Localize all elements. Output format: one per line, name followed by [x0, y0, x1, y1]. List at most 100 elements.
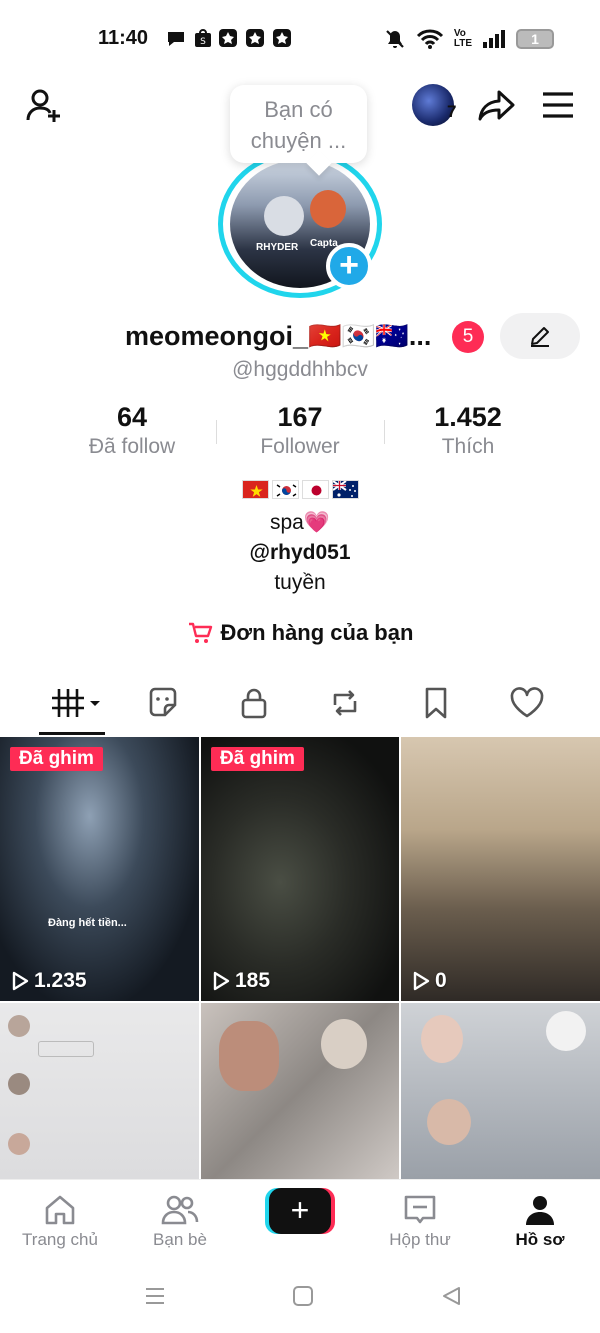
- system-nav-bar: [0, 1261, 600, 1333]
- chat-bubble-icon: [168, 32, 184, 46]
- divider: [384, 420, 385, 444]
- person-plus-icon: [26, 89, 60, 122]
- video-thumbnail[interactable]: Đã ghim 185: [201, 737, 399, 1001]
- stat-value: 167: [277, 402, 323, 432]
- shopee-icon: S: [195, 29, 211, 47]
- bookmark-icon: [425, 687, 447, 719]
- australia-flag-icon: [331, 480, 359, 499]
- status-time: 11:40: [98, 27, 149, 49]
- view-count: 185: [211, 969, 270, 993]
- thumbnail-figure: [421, 1015, 463, 1063]
- divider: [216, 420, 217, 444]
- bio-line: tuyền: [274, 571, 326, 594]
- stat-label: Đã follow: [88, 435, 176, 458]
- tab-stickers[interactable]: [133, 680, 193, 726]
- orders-link[interactable]: Đơn hàng của bạn: [0, 620, 600, 646]
- tab-liked[interactable]: [497, 680, 557, 726]
- profile-name: meomeongoi_🇻🇳🇰🇷🇦🇺...: [125, 321, 432, 351]
- repost-icon: [333, 690, 357, 716]
- video-thumbnail[interactable]: 0: [401, 737, 600, 1001]
- profile-handle: @hggddhhbcv: [232, 358, 368, 381]
- view-count: 0: [411, 969, 447, 993]
- share-arrow-icon: [478, 90, 515, 121]
- bio-line: spa💗: [269, 511, 330, 534]
- share-button[interactable]: [474, 82, 520, 128]
- stat-following[interactable]: 64 Đã follow: [72, 402, 192, 459]
- stat-value: 64: [116, 402, 148, 432]
- profile-icon: [526, 1196, 554, 1225]
- lock-icon: [241, 688, 267, 719]
- wifi-icon: [416, 29, 443, 49]
- hamburger-icon: [543, 92, 573, 118]
- video-thumbnail[interactable]: [401, 1003, 600, 1179]
- add-friend-button[interactable]: [22, 84, 66, 128]
- japan-flag-icon: [301, 480, 329, 499]
- create-button[interactable]: +: [265, 1188, 335, 1234]
- nav-profile[interactable]: Hồ sơ: [490, 1190, 590, 1250]
- nav-inbox[interactable]: Hộp thư: [370, 1190, 470, 1250]
- story-count: 7: [447, 102, 457, 121]
- tab-private[interactable]: [224, 680, 284, 726]
- home-icon: [45, 1195, 75, 1225]
- view-count-value: 185: [235, 969, 271, 992]
- battery-level: 1: [531, 31, 539, 47]
- note-bubble-line: Bạn có: [264, 97, 333, 122]
- korea-flag-icon: [271, 480, 299, 499]
- status-bar: 11:40 S Vo LTE 1: [0, 0, 600, 78]
- back-icon[interactable]: [440, 1285, 462, 1307]
- add-story-button[interactable]: +: [326, 243, 372, 289]
- stat-label: Thích: [441, 435, 495, 458]
- menu-button[interactable]: [536, 82, 580, 128]
- app-icon: [273, 29, 291, 47]
- tab-reposts[interactable]: [315, 680, 375, 726]
- thumbnail-figure: [219, 1021, 279, 1091]
- pinned-badge: Đã ghim: [211, 747, 304, 771]
- video-thumbnail[interactable]: [0, 1003, 199, 1179]
- active-tab-indicator: [39, 732, 105, 735]
- avatar-label: RHYDER: [256, 242, 299, 253]
- edit-profile-button[interactable]: [500, 313, 580, 359]
- nav-home[interactable]: Trang chủ: [10, 1190, 110, 1250]
- profile-tabs: [0, 680, 600, 736]
- bio-mention[interactable]: @rhyd051: [0, 541, 600, 565]
- recents-icon[interactable]: [144, 1285, 166, 1307]
- stat-likes[interactable]: 1.452 Thích: [408, 402, 528, 459]
- play-icon: [413, 971, 430, 991]
- view-count: 1.235: [10, 969, 87, 993]
- avatar-figure: [264, 196, 304, 236]
- video-thumbnail[interactable]: Đã ghim Đàng hết tiền... 1.235: [0, 737, 199, 1001]
- sticker-icon: [149, 687, 177, 717]
- nav-label: Hộp thư: [389, 1230, 451, 1249]
- play-icon: [12, 971, 29, 991]
- stat-followers[interactable]: 167 Follower: [240, 402, 360, 459]
- nav-label: Bạn bè: [153, 1230, 207, 1249]
- vietnam-flag-icon: [241, 480, 269, 499]
- nav-label: Hồ sơ: [515, 1230, 565, 1249]
- note-bubble-line: chuyện ...: [250, 128, 347, 153]
- pinned-badge: Đã ghim: [10, 747, 103, 771]
- battery-icon: 1: [516, 29, 554, 49]
- thumbnail-figure: [321, 1019, 367, 1069]
- app-icon: [219, 29, 237, 47]
- inbox-icon: [404, 1195, 436, 1224]
- home-system-icon[interactable]: [292, 1285, 314, 1307]
- comment-avatar: [8, 1015, 30, 1037]
- note-bubble[interactable]: Bạn có chuyện ...: [230, 85, 367, 163]
- pencil-icon: [531, 327, 549, 347]
- video-thumbnail[interactable]: [201, 1003, 399, 1179]
- orders-label: Đơn hàng của bạn: [220, 620, 414, 645]
- play-icon: [213, 971, 230, 991]
- heart-icon: [510, 687, 544, 718]
- avatar-figure: [310, 190, 346, 228]
- comment-avatar: [8, 1133, 30, 1155]
- nav-friends[interactable]: Bạn bè: [130, 1190, 230, 1250]
- tab-videos[interactable]: [44, 680, 104, 726]
- tab-favorites[interactable]: [406, 680, 466, 726]
- comment-avatar: [8, 1073, 30, 1095]
- stat-label: Follower: [260, 435, 340, 458]
- friends-icon: [161, 1195, 199, 1225]
- notification-badge: 5: [452, 321, 484, 353]
- signal-icon: [483, 30, 505, 48]
- thumbnail-figure: [546, 1011, 586, 1051]
- cart-icon: [188, 622, 212, 643]
